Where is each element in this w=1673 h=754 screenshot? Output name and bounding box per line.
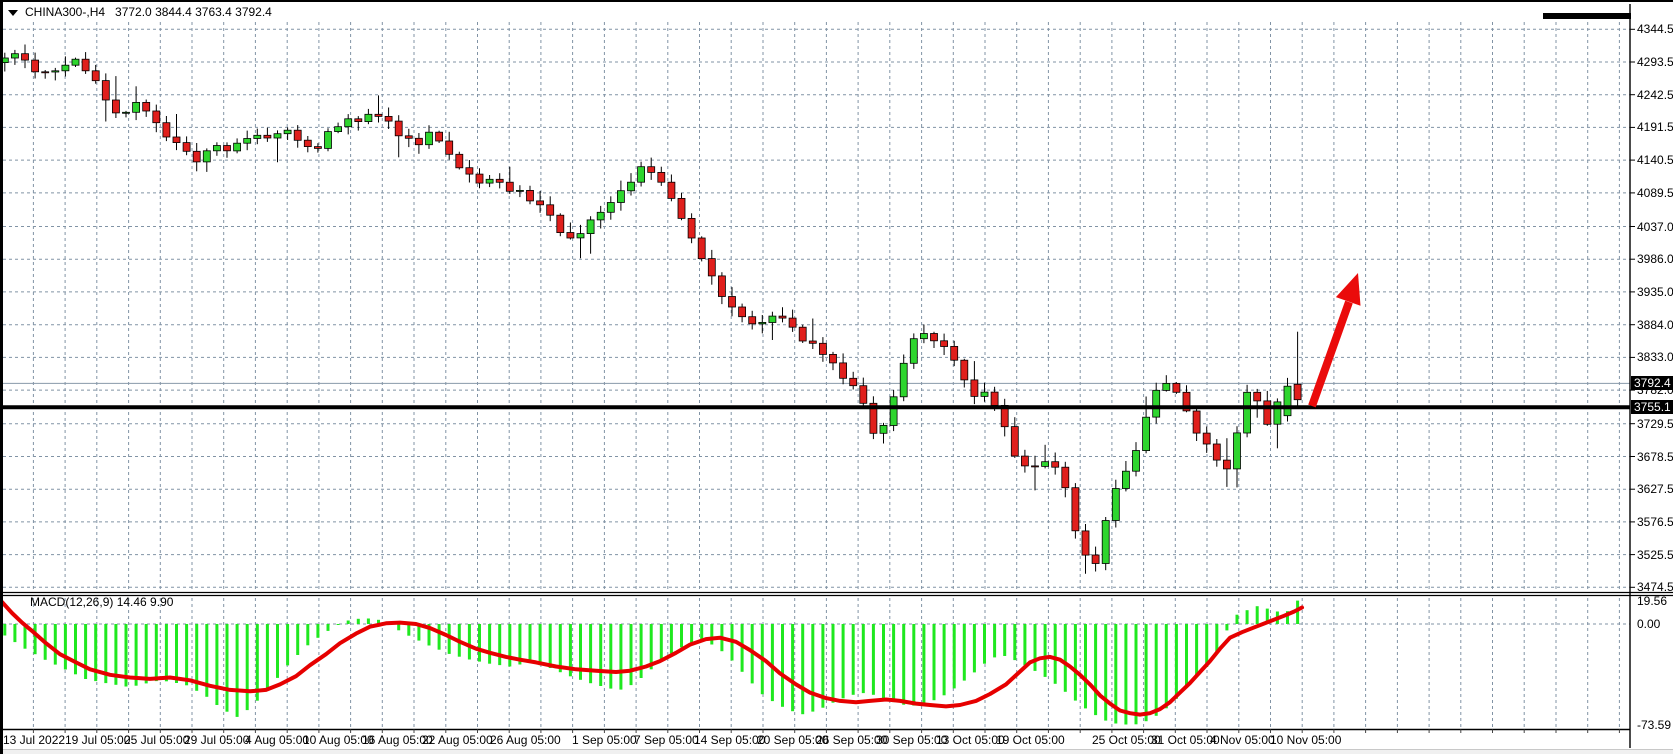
price-tick-label: 3935.0 — [1637, 285, 1673, 299]
price-tick-label: 4293.5 — [1637, 55, 1673, 69]
macd-tick-label: -73.59 — [1637, 718, 1671, 732]
time-tick-label: 4 Aug 05:00 — [245, 733, 309, 747]
price-tick-label: 4140.5 — [1637, 153, 1673, 167]
price-tick-label: 3986.0 — [1637, 252, 1673, 266]
price-tick-label: 3627.5 — [1637, 482, 1673, 496]
price-tick-label: 3576.5 — [1637, 515, 1673, 529]
price-tick-label: 3525.5 — [1637, 548, 1673, 562]
time-tick-label: 4 Nov 05:00 — [1210, 733, 1275, 747]
price-tick-label: 3729.5 — [1637, 417, 1673, 431]
time-tick-label: 7 Sep 05:00 — [634, 733, 699, 747]
price-tick-label: 3884.0 — [1637, 318, 1673, 332]
symbol-dropdown-icon[interactable] — [8, 10, 18, 16]
scrollbar-thumb[interactable] — [1543, 13, 1631, 19]
panel-borders — [3, 4, 1673, 748]
time-tick-label: 13 Oct 05:00 — [936, 733, 1005, 747]
ohlc-values-label: 3772.0 3844.4 3763.4 3792.4 — [115, 5, 272, 19]
macd-tick-label: 19.56 — [1637, 594, 1667, 608]
trend-arrow[interactable] — [1312, 273, 1361, 406]
time-tick-label: 13 Jul 2022 — [3, 733, 65, 747]
status-bar — [0, 749, 1673, 754]
window-left-border — [0, 2, 3, 754]
macd-tick-label: 0.00 — [1637, 617, 1660, 631]
hline-price-badge: 3755.1 — [1631, 400, 1673, 414]
time-tick-label: 22 Aug 05:00 — [422, 733, 493, 747]
time-tick-label: 14 Sep 05:00 — [694, 733, 765, 747]
chart-canvas[interactable] — [0, 2, 1673, 754]
price-tick-label: 4089.5 — [1637, 186, 1673, 200]
price-tick-label: 4344.5 — [1637, 22, 1673, 36]
symbol-header: CHINA300-,H4 3772.0 3844.4 3763.4 3792.4 — [8, 5, 272, 19]
price-tick-label: 4191.5 — [1637, 120, 1673, 134]
price-tick-label: 4037.0 — [1637, 220, 1673, 234]
chart-window: CHINA300-,H4 3772.0 3844.4 3763.4 3792.4… — [0, 0, 1673, 754]
grid — [3, 22, 1630, 728]
price-tick-label: 3833.0 — [1637, 350, 1673, 364]
time-tick-label: 10 Nov 05:00 — [1270, 733, 1341, 747]
candles — [1, 45, 1301, 574]
symbol-period-label: CHINA300-,H4 — [25, 5, 105, 19]
time-tick-label: 1 Sep 05:00 — [572, 733, 637, 747]
time-tick-label: 29 Jul 05:00 — [184, 733, 249, 747]
bid-price-badge: 3792.4 — [1631, 376, 1673, 390]
macd-indicator-label: MACD(12,26,9) 14.46 9.90 — [30, 595, 173, 609]
time-tick-label: 25 Jul 05:00 — [124, 733, 189, 747]
price-tick-label: 3678.5 — [1637, 450, 1673, 464]
time-tick-label: 26 Aug 05:00 — [490, 733, 561, 747]
price-tick-label: 4242.5 — [1637, 88, 1673, 102]
time-tick-label: 19 Jul 05:00 — [65, 733, 130, 747]
time-tick-label: 19 Oct 05:00 — [996, 733, 1065, 747]
price-tick-label: 3474.5 — [1637, 580, 1673, 594]
